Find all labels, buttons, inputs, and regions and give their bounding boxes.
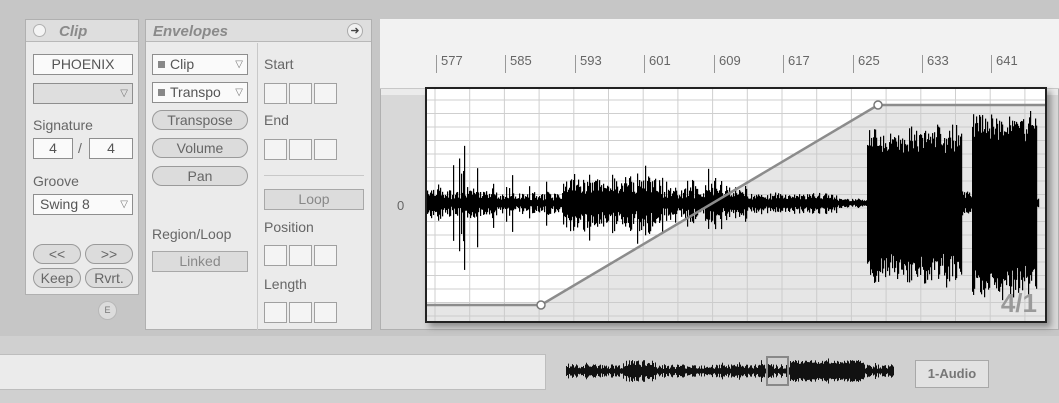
device-chooser-dropdown[interactable]: Clip ▽ (152, 54, 248, 75)
length-bar-field[interactable] (264, 302, 287, 323)
overview-waveform (566, 356, 894, 386)
signature-denominator[interactable]: 4 (89, 138, 133, 159)
timeline-tick (922, 55, 923, 73)
e-badge-icon[interactable]: E (98, 301, 117, 320)
timeline-tick (644, 55, 645, 73)
pan-button[interactable]: Pan (152, 166, 248, 186)
keep-button[interactable]: Keep (33, 268, 81, 288)
signature-label: Signature (33, 117, 93, 133)
timeline-tick (436, 55, 437, 73)
breakpoint-handle[interactable] (873, 100, 883, 110)
groove-value: Swing 8 (40, 196, 90, 212)
clip-panel: Clip PHOENIX ▽ Signature 4 / 4 Groove Sw… (25, 19, 139, 295)
start-bar-field[interactable] (264, 83, 287, 104)
position-beat-field[interactable] (289, 245, 312, 266)
position-sixteenth-field[interactable] (314, 245, 337, 266)
device-chooser-value: Clip (170, 56, 195, 72)
zero-label: 0 (397, 198, 405, 213)
timeline-tick (991, 55, 992, 73)
timeline-marker: 593 (580, 53, 602, 68)
revert-button[interactable]: Rvrt. (85, 268, 133, 288)
timeline-marker: 585 (510, 53, 532, 68)
chevron-down-icon: ▽ (235, 59, 243, 70)
transpose-button[interactable]: Transpose (152, 110, 248, 130)
envelopes-panel: Envelopes ➜ Clip ▽ Transpo ▽ Transpose V… (145, 19, 372, 330)
arrow-right-icon[interactable]: ➜ (347, 23, 363, 39)
timeline-marker: 601 (649, 53, 671, 68)
timeline-tick (853, 55, 854, 73)
timeline-marker: 617 (788, 53, 810, 68)
groove-dropdown[interactable]: Swing 8 ▽ (33, 194, 133, 215)
end-label: End (264, 112, 289, 128)
breakpoint-handle[interactable] (536, 300, 546, 310)
track-button[interactable]: 1-Audio (915, 360, 989, 388)
nudge-forward-button[interactable]: >> (85, 244, 133, 264)
end-bar-field[interactable] (264, 139, 287, 160)
end-beat-field[interactable] (289, 139, 312, 160)
clip-title: Clip (59, 23, 88, 40)
start-label: Start (264, 56, 294, 72)
timeline-tick (783, 55, 784, 73)
timeline-marker: 641 (996, 53, 1018, 68)
position-label: Position (264, 219, 314, 235)
loop-button[interactable]: Loop (264, 189, 364, 210)
envelopes-header: Envelopes ➜ (146, 20, 371, 42)
clip-header: Clip (26, 20, 138, 42)
timeline-ruler[interactable]: 577 585 593 601 609 617 625 633 641 (380, 19, 1059, 89)
timeline-marker: 577 (441, 53, 463, 68)
status-bar (0, 354, 546, 390)
clip-name-field[interactable]: PHOENIX (33, 54, 133, 75)
timeline-tick (505, 55, 506, 73)
clip-color-dropdown[interactable]: ▽ (33, 83, 133, 104)
signature-separator: / (78, 140, 82, 156)
square-icon (158, 89, 165, 96)
control-chooser-value: Transpo (170, 84, 221, 100)
linked-button[interactable]: Linked (152, 251, 248, 272)
region-loop-label: Region/Loop (152, 226, 232, 242)
end-sixteenth-field[interactable] (314, 139, 337, 160)
length-label: Length (264, 276, 307, 292)
nudge-back-button[interactable]: << (33, 244, 81, 264)
length-beat-field[interactable] (289, 302, 312, 323)
envelope-editor[interactable]: 4/1 (425, 87, 1047, 323)
chevron-down-icon: ▽ (120, 88, 128, 99)
chevron-down-icon: ▽ (235, 87, 243, 98)
envelope-editor-canvas (427, 89, 1045, 321)
envelope-value-readout: 4/1 (1000, 288, 1037, 318)
timeline-marker: 609 (719, 53, 741, 68)
envelopes-divider (257, 43, 258, 330)
volume-button[interactable]: Volume (152, 138, 248, 158)
groove-label: Groove (33, 173, 79, 189)
signature-numerator[interactable]: 4 (33, 138, 73, 159)
length-sixteenth-field[interactable] (314, 302, 337, 323)
timeline-marker: 633 (927, 53, 949, 68)
section-divider (264, 175, 364, 176)
start-sixteenth-field[interactable] (314, 83, 337, 104)
timeline-tick (714, 55, 715, 73)
e-badge-label: E (104, 305, 111, 315)
square-icon (158, 61, 165, 68)
control-chooser-dropdown[interactable]: Transpo ▽ (152, 82, 248, 103)
start-beat-field[interactable] (289, 83, 312, 104)
position-bar-field[interactable] (264, 245, 287, 266)
timeline-tick (575, 55, 576, 73)
clip-activator-icon[interactable] (33, 24, 46, 37)
timeline-marker: 625 (858, 53, 880, 68)
chevron-down-icon: ▽ (120, 199, 128, 210)
envelopes-title: Envelopes (153, 23, 229, 40)
overview-strip[interactable] (564, 355, 897, 389)
